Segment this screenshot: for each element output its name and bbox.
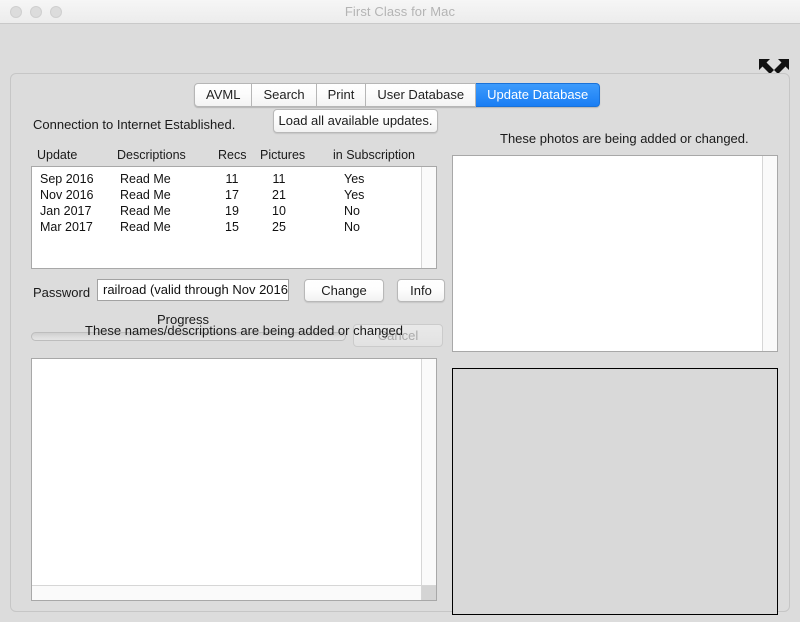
cell-subscription: No xyxy=(344,220,360,234)
load-all-updates-button[interactable]: Load all available updates. xyxy=(273,109,438,133)
tab-update-database[interactable]: Update Database xyxy=(476,83,601,107)
column-header-update: Update xyxy=(37,148,78,162)
cell-subscription: Yes xyxy=(344,172,365,186)
updates-table-body: Sep 2016 Read Me 11 11 Yes Nov 2016 Read… xyxy=(32,167,420,235)
cell-subscription: No xyxy=(344,204,360,218)
image-preview-area[interactable] xyxy=(452,368,778,615)
cell-recs: 17 xyxy=(225,188,239,202)
cell-recs: 19 xyxy=(225,204,239,218)
update-database-panel: Connection to Internet Established. Load… xyxy=(10,73,790,615)
table-row[interactable]: Nov 2016 Read Me 17 21 Yes xyxy=(32,187,420,203)
tab-search[interactable]: Search xyxy=(252,83,317,107)
names-panel-title: These names/descriptions are being added… xyxy=(85,323,403,338)
connection-status-label: Connection to Internet Established. xyxy=(33,117,236,132)
cell-pictures: 10 xyxy=(272,204,286,218)
names-list-scroll-corner xyxy=(421,585,436,600)
names-list-scrollbar-horizontal[interactable] xyxy=(32,585,436,600)
password-input[interactable]: railroad (valid through Nov 2016) xyxy=(97,279,289,301)
cell-update: Mar 2017 xyxy=(40,220,93,234)
table-row[interactable]: Sep 2016 Read Me 11 11 Yes xyxy=(32,171,420,187)
cell-update: Jan 2017 xyxy=(40,204,92,218)
password-label: Password xyxy=(33,285,91,300)
column-header-pictures: Pictures xyxy=(260,148,306,162)
names-descriptions-list[interactable] xyxy=(31,358,437,601)
app-window: First Class for Mac AVML Search Print Us… xyxy=(0,0,800,622)
tab-avml[interactable]: AVML xyxy=(194,83,253,107)
tab-print[interactable]: Print xyxy=(316,83,367,107)
column-header-descriptions: Descriptions xyxy=(117,148,186,162)
cell-subscription: Yes xyxy=(344,188,365,202)
cell-pictures: 11 xyxy=(272,172,286,186)
info-button[interactable]: Info xyxy=(397,279,445,302)
tab-bar: AVML Search Print User Database Update D… xyxy=(194,83,601,107)
cell-description: Read Me xyxy=(120,204,171,218)
cell-description: Read Me xyxy=(120,220,171,234)
window-title: First Class for Mac xyxy=(344,4,456,19)
change-password-button[interactable]: Change xyxy=(304,279,384,302)
cell-update: Nov 2016 xyxy=(40,188,94,202)
column-header-in-subscription: in Subscription xyxy=(333,148,415,162)
window-body: AVML Search Print User Database Update D… xyxy=(0,24,800,622)
table-row[interactable]: Jan 2017 Read Me 19 10 No xyxy=(32,203,420,219)
photos-list-scrollbar-vertical[interactable] xyxy=(762,156,777,351)
updates-table[interactable]: Sep 2016 Read Me 11 11 Yes Nov 2016 Read… xyxy=(31,166,437,269)
column-header-recs: Recs xyxy=(218,148,247,162)
photos-panel-title: These photos are being added or changed. xyxy=(500,131,749,146)
photos-list[interactable] xyxy=(452,155,778,352)
tab-user-database[interactable]: User Database xyxy=(366,83,477,107)
cell-pictures: 25 xyxy=(272,220,286,234)
cell-description: Read Me xyxy=(120,188,171,202)
updates-table-scrollbar-vertical[interactable] xyxy=(421,167,436,268)
cell-recs: 15 xyxy=(225,220,239,234)
table-row[interactable]: Mar 2017 Read Me 15 25 No xyxy=(32,219,420,235)
cell-pictures: 21 xyxy=(272,188,286,202)
names-list-scrollbar-vertical[interactable] xyxy=(421,359,436,600)
window-titlebar: First Class for Mac xyxy=(0,0,800,24)
cell-description: Read Me xyxy=(120,172,171,186)
cell-update: Sep 2016 xyxy=(40,172,94,186)
cell-recs: 11 xyxy=(225,172,239,186)
